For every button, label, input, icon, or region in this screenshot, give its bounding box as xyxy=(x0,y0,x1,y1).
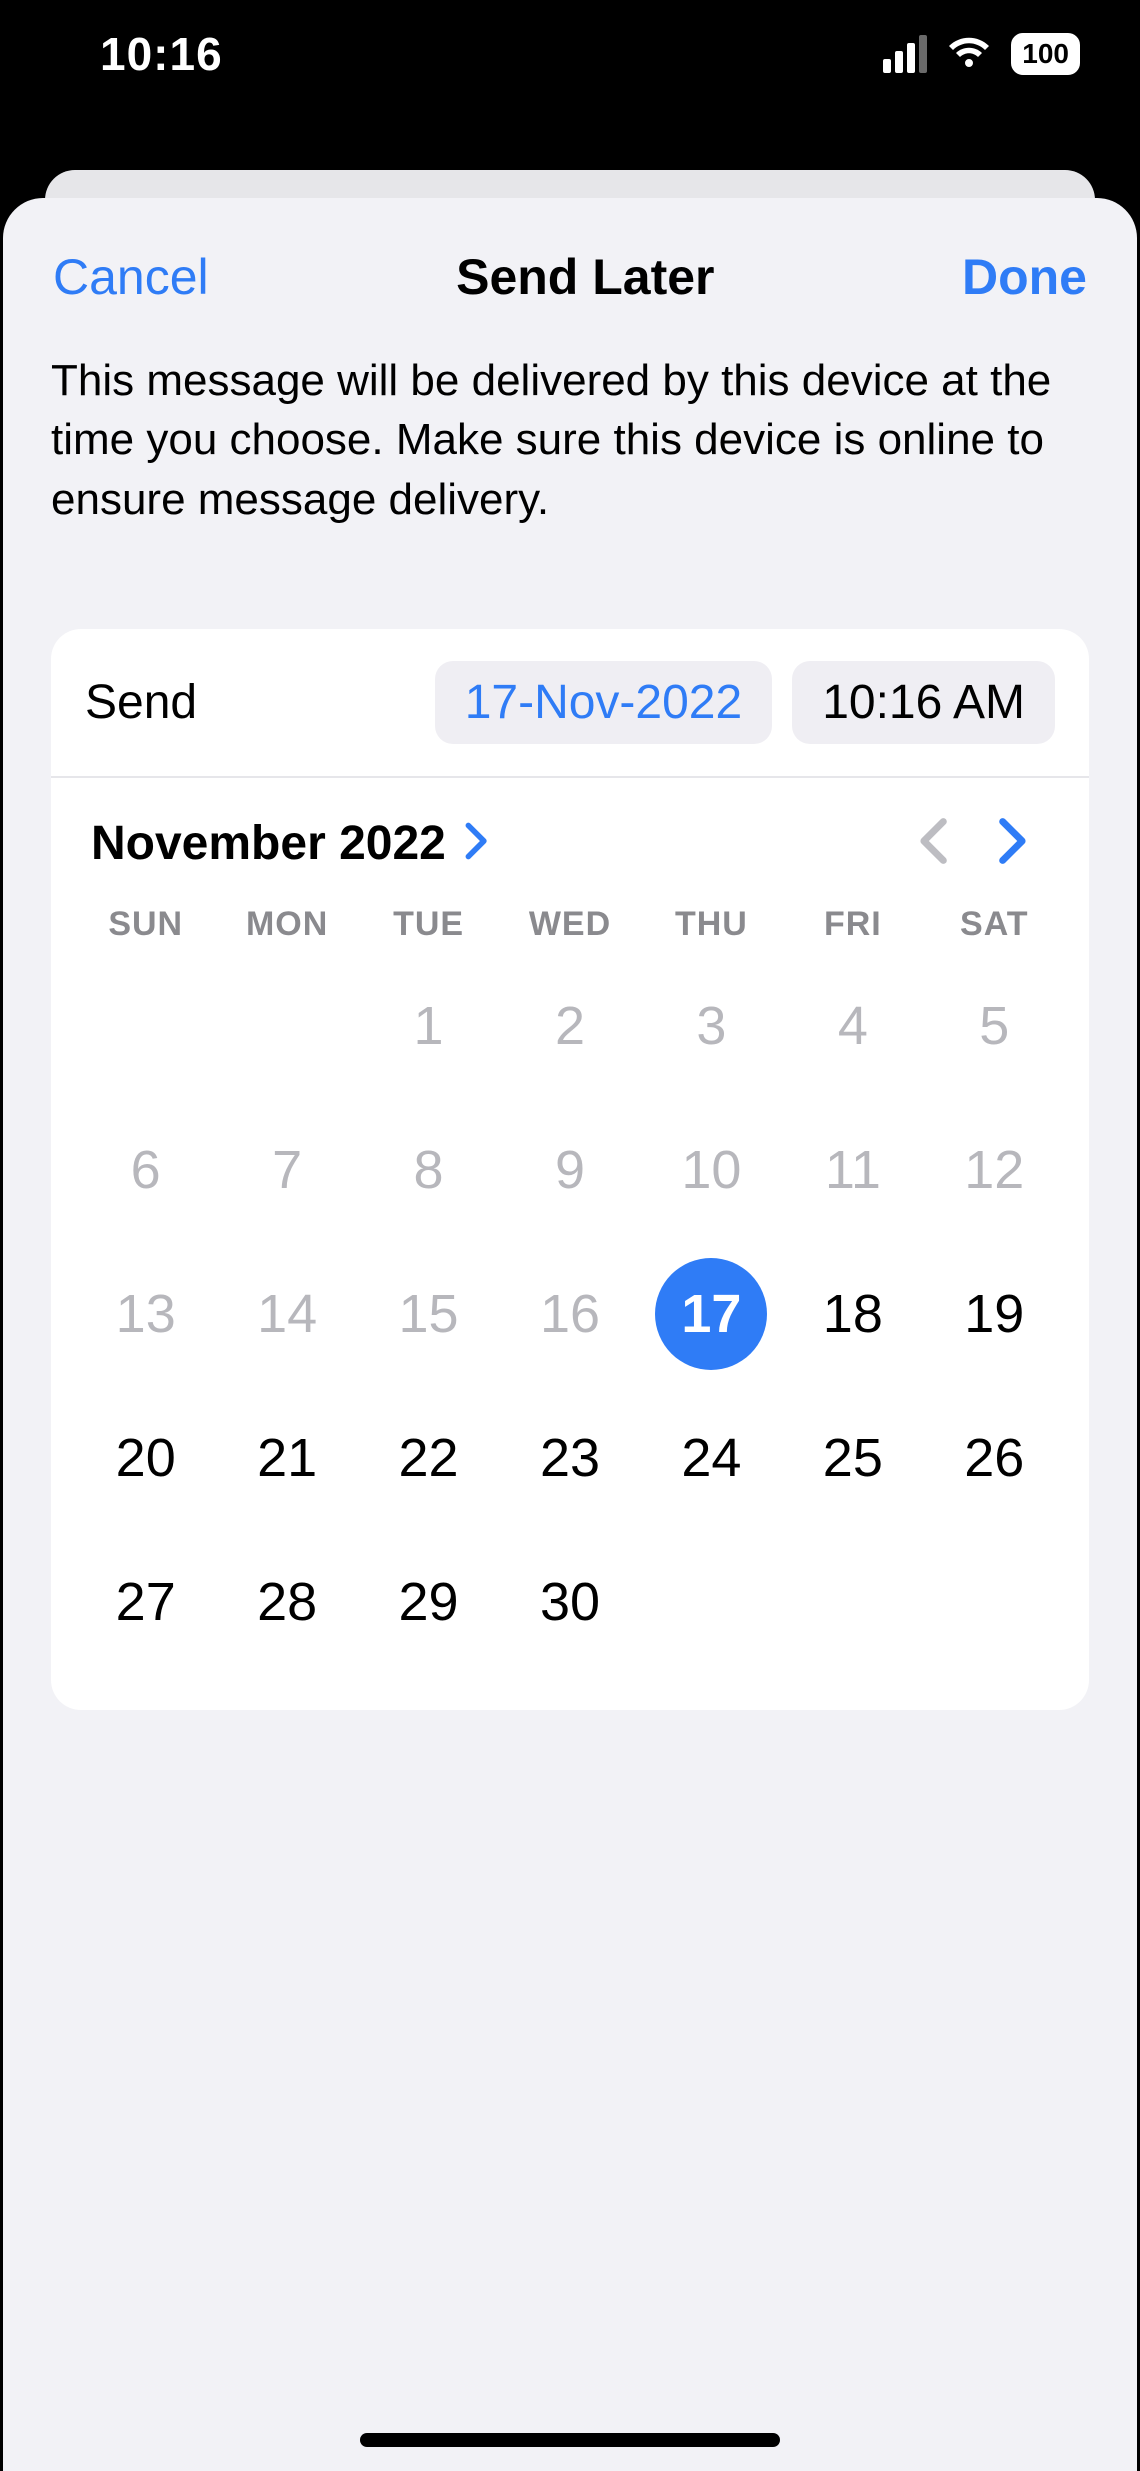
calendar-day[interactable]: 22 xyxy=(358,1390,499,1526)
dow-sat: SAT xyxy=(924,905,1065,944)
calendar-day[interactable]: 20 xyxy=(75,1390,216,1526)
calendar-day[interactable]: 11 xyxy=(782,1102,923,1238)
send-row: Send 17-Nov-2022 10:16 AM xyxy=(51,629,1089,778)
dow-tue: TUE xyxy=(358,905,499,944)
battery-level: 100 xyxy=(1022,38,1069,70)
sheet-title: Send Later xyxy=(456,248,714,306)
calendar-day[interactable]: 10 xyxy=(641,1102,782,1238)
calendar-day[interactable]: 17 xyxy=(641,1246,782,1382)
sheet-description: This message will be delivered by this d… xyxy=(3,336,1137,569)
calendar-day-number: 1 xyxy=(373,970,485,1082)
calendar-day[interactable]: 25 xyxy=(782,1390,923,1526)
next-month-button[interactable] xyxy=(973,816,1049,871)
calendar-day-number: 13 xyxy=(90,1258,202,1370)
calendar-day[interactable]: 18 xyxy=(782,1246,923,1382)
calendar-day[interactable]: 21 xyxy=(216,1390,357,1526)
home-indicator[interactable] xyxy=(360,2433,780,2447)
calendar-day[interactable]: 15 xyxy=(358,1246,499,1382)
calendar-day[interactable]: 4 xyxy=(782,958,923,1094)
calendar-day[interactable]: 12 xyxy=(924,1102,1065,1238)
calendar-day-number: 15 xyxy=(373,1258,485,1370)
calendar-day-number: 8 xyxy=(373,1114,485,1226)
done-button[interactable]: Done xyxy=(962,248,1087,306)
calendar-day-number: 16 xyxy=(514,1258,626,1370)
calendar-day[interactable]: 24 xyxy=(641,1390,782,1526)
send-label: Send xyxy=(85,675,197,730)
calendar-day[interactable]: 30 xyxy=(499,1534,640,1670)
calendar-day[interactable]: 14 xyxy=(216,1246,357,1382)
dow-thu: THU xyxy=(641,905,782,944)
calendar-day[interactable]: 28 xyxy=(216,1534,357,1670)
calendar-day-number: 24 xyxy=(655,1402,767,1514)
calendar-day-number: 2 xyxy=(514,970,626,1082)
day-of-week-header: SUN MON TUE WED THU FRI SAT xyxy=(51,895,1089,952)
calendar-day[interactable]: 16 xyxy=(499,1246,640,1382)
send-later-sheet: Cancel Send Later Done This message will… xyxy=(3,198,1137,2471)
calendar-blank xyxy=(216,958,357,1094)
month-label[interactable]: November 2022 xyxy=(91,816,446,871)
calendar-day[interactable]: 3 xyxy=(641,958,782,1094)
calendar-day-number: 29 xyxy=(373,1546,485,1658)
calendar-day[interactable]: 5 xyxy=(924,958,1065,1094)
month-header: November 2022 xyxy=(51,778,1089,895)
wifi-icon xyxy=(947,37,991,71)
calendar-blank xyxy=(75,958,216,1094)
dow-fri: FRI xyxy=(782,905,923,944)
schedule-card: Send 17-Nov-2022 10:16 AM November 2022 … xyxy=(51,629,1089,1710)
status-time: 10:16 xyxy=(100,27,223,81)
calendar-day[interactable]: 29 xyxy=(358,1534,499,1670)
sheet-nav: Cancel Send Later Done xyxy=(3,238,1137,336)
calendar-day-number: 21 xyxy=(231,1402,343,1514)
month-picker-chevron-icon[interactable] xyxy=(460,821,490,866)
calendar-day[interactable]: 13 xyxy=(75,1246,216,1382)
cancel-button[interactable]: Cancel xyxy=(53,248,209,306)
calendar-day-number: 9 xyxy=(514,1114,626,1226)
calendar-day-number: 6 xyxy=(90,1114,202,1226)
calendar-day-number: 3 xyxy=(655,970,767,1082)
calendar-day[interactable]: 1 xyxy=(358,958,499,1094)
calendar-grid: 1234567891011121314151617181920212223242… xyxy=(51,952,1089,1710)
prev-month-button[interactable] xyxy=(897,816,973,871)
cellular-signal-icon xyxy=(883,35,927,73)
calendar-day[interactable]: 2 xyxy=(499,958,640,1094)
calendar-day-number: 22 xyxy=(373,1402,485,1514)
calendar-day[interactable]: 8 xyxy=(358,1102,499,1238)
dow-mon: MON xyxy=(216,905,357,944)
date-chip[interactable]: 17-Nov-2022 xyxy=(435,661,773,744)
calendar-day-number: 12 xyxy=(938,1114,1050,1226)
calendar-day-number: 25 xyxy=(797,1402,909,1514)
calendar-day[interactable]: 7 xyxy=(216,1102,357,1238)
calendar-day[interactable]: 26 xyxy=(924,1390,1065,1526)
status-right: 100 xyxy=(883,33,1080,75)
calendar-day[interactable]: 27 xyxy=(75,1534,216,1670)
calendar-day-number: 11 xyxy=(797,1114,909,1226)
calendar-day-number: 23 xyxy=(514,1402,626,1514)
calendar-day-number: 27 xyxy=(90,1546,202,1658)
calendar-day-number: 28 xyxy=(231,1546,343,1658)
status-bar: 10:16 100 xyxy=(0,0,1140,108)
time-chip[interactable]: 10:16 AM xyxy=(792,661,1055,744)
calendar-day-number: 18 xyxy=(797,1258,909,1370)
calendar-day-number: 4 xyxy=(797,970,909,1082)
calendar-day-number: 17 xyxy=(655,1258,767,1370)
calendar-day-number: 5 xyxy=(938,970,1050,1082)
calendar-day[interactable]: 9 xyxy=(499,1102,640,1238)
battery-indicator: 100 xyxy=(1011,33,1080,75)
calendar-day[interactable]: 19 xyxy=(924,1246,1065,1382)
calendar-day[interactable]: 6 xyxy=(75,1102,216,1238)
calendar-day-number: 10 xyxy=(655,1114,767,1226)
calendar-day-number: 20 xyxy=(90,1402,202,1514)
calendar-day-number: 26 xyxy=(938,1402,1050,1514)
calendar-day[interactable]: 23 xyxy=(499,1390,640,1526)
calendar-day-number: 30 xyxy=(514,1546,626,1658)
calendar-day-number: 19 xyxy=(938,1258,1050,1370)
dow-sun: SUN xyxy=(75,905,216,944)
calendar-day-number: 7 xyxy=(231,1114,343,1226)
calendar-day-number: 14 xyxy=(231,1258,343,1370)
dow-wed: WED xyxy=(499,905,640,944)
